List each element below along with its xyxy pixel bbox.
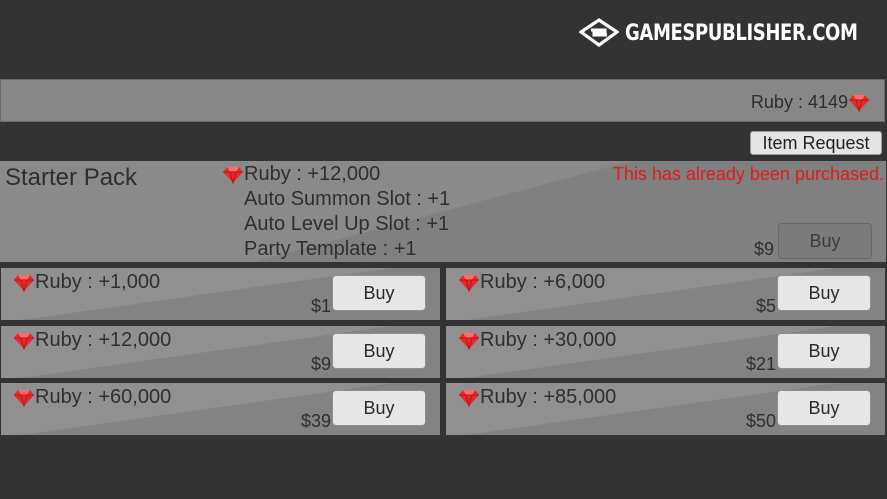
ruby-gem-icon: [849, 94, 869, 112]
logo-text: GAMESPUBLISHER.COM: [625, 20, 858, 46]
ruby-pack-buy-button[interactable]: Buy: [332, 390, 426, 426]
starter-pack-line: Auto Level Up Slot : +1: [244, 213, 450, 235]
ruby-balance-bar: Ruby : 4149: [0, 79, 885, 122]
starter-pack-buy-button[interactable]: Buy: [778, 223, 872, 259]
ruby-pack-label: Ruby : +85,000: [458, 386, 616, 409]
starter-pack-price: $9: [754, 239, 775, 259]
ruby-pack-price: $1: [310, 296, 331, 316]
ruby-gem-icon: [459, 274, 479, 292]
ruby-pack-card: Ruby : +12,000 $9 Buy: [1, 326, 440, 378]
ruby-gem-icon: [14, 389, 34, 407]
ruby-gem-icon: [459, 389, 479, 407]
ruby-balance-text: Ruby : 4149: [750, 92, 848, 112]
ruby-pack-label: Ruby : +60,000: [13, 386, 171, 409]
ruby-pack-amount: Ruby : +30,000: [480, 329, 617, 351]
ruby-pack-buy-button[interactable]: Buy: [777, 275, 871, 311]
starter-pack-line: Party Template : +1: [244, 238, 417, 260]
ruby-pack-buy-button[interactable]: Buy: [332, 275, 426, 311]
ruby-gem-icon: [14, 332, 34, 350]
ruby-pack-amount: Ruby : +12,000: [35, 329, 172, 351]
ruby-pack-price: $9: [310, 354, 331, 374]
ruby-pack-price: $39: [300, 411, 331, 431]
ruby-pack-card: Ruby : +6,000 $5 Buy: [446, 268, 885, 320]
ruby-pack-buy-button[interactable]: Buy: [332, 333, 426, 369]
ruby-pack-buy-button[interactable]: Buy: [777, 333, 871, 369]
ruby-pack-label: Ruby : +12,000: [13, 329, 171, 352]
starter-pack-card: Starter Pack Ruby : +12,000 Auto Summon …: [0, 161, 886, 262]
starter-pack-line: Auto Summon Slot : +1: [244, 188, 451, 210]
ruby-pack-price: $50: [745, 411, 776, 431]
publisher-logo: GAMESPUBLISHER.COM: [579, 18, 871, 48]
ruby-pack-card: Ruby : +30,000 $21 Buy: [446, 326, 885, 378]
ruby-pack-label: Ruby : +30,000: [458, 329, 616, 352]
starter-pack-line: Ruby : +12,000: [222, 162, 450, 187]
gamespublisher-logo-icon: [579, 18, 620, 47]
ruby-gem-icon: [14, 274, 34, 292]
item-request-button[interactable]: Item Request: [750, 131, 882, 155]
ruby-balance: Ruby : 4149: [751, 92, 870, 113]
ruby-pack-amount: Ruby : +1,000: [35, 271, 161, 293]
ruby-pack-label: Ruby : +1,000: [13, 271, 160, 294]
ruby-gem-icon: [223, 166, 243, 184]
ruby-pack-amount: Ruby : +60,000: [35, 386, 172, 408]
ruby-pack-card: Ruby : +85,000 $50 Buy: [446, 383, 885, 435]
ruby-pack-label: Ruby : +6,000: [458, 271, 605, 294]
purchased-status: This has already been purchased.: [612, 164, 884, 184]
ruby-pack-amount: Ruby : +85,000: [480, 386, 617, 408]
ruby-pack-buy-button[interactable]: Buy: [777, 390, 871, 426]
ruby-pack-card: Ruby : +1,000 $1 Buy: [1, 268, 440, 320]
starter-pack-contents: Ruby : +12,000 Auto Summon Slot : +1 Aut…: [222, 162, 450, 262]
ruby-gem-icon: [459, 332, 479, 350]
starter-pack-title: Starter Pack: [5, 164, 138, 191]
ruby-pack-card: Ruby : +60,000 $39 Buy: [1, 383, 440, 435]
ruby-pack-price: $5: [755, 296, 776, 316]
ruby-pack-amount: Ruby : +6,000: [480, 271, 606, 293]
ruby-pack-price: $21: [745, 354, 776, 374]
